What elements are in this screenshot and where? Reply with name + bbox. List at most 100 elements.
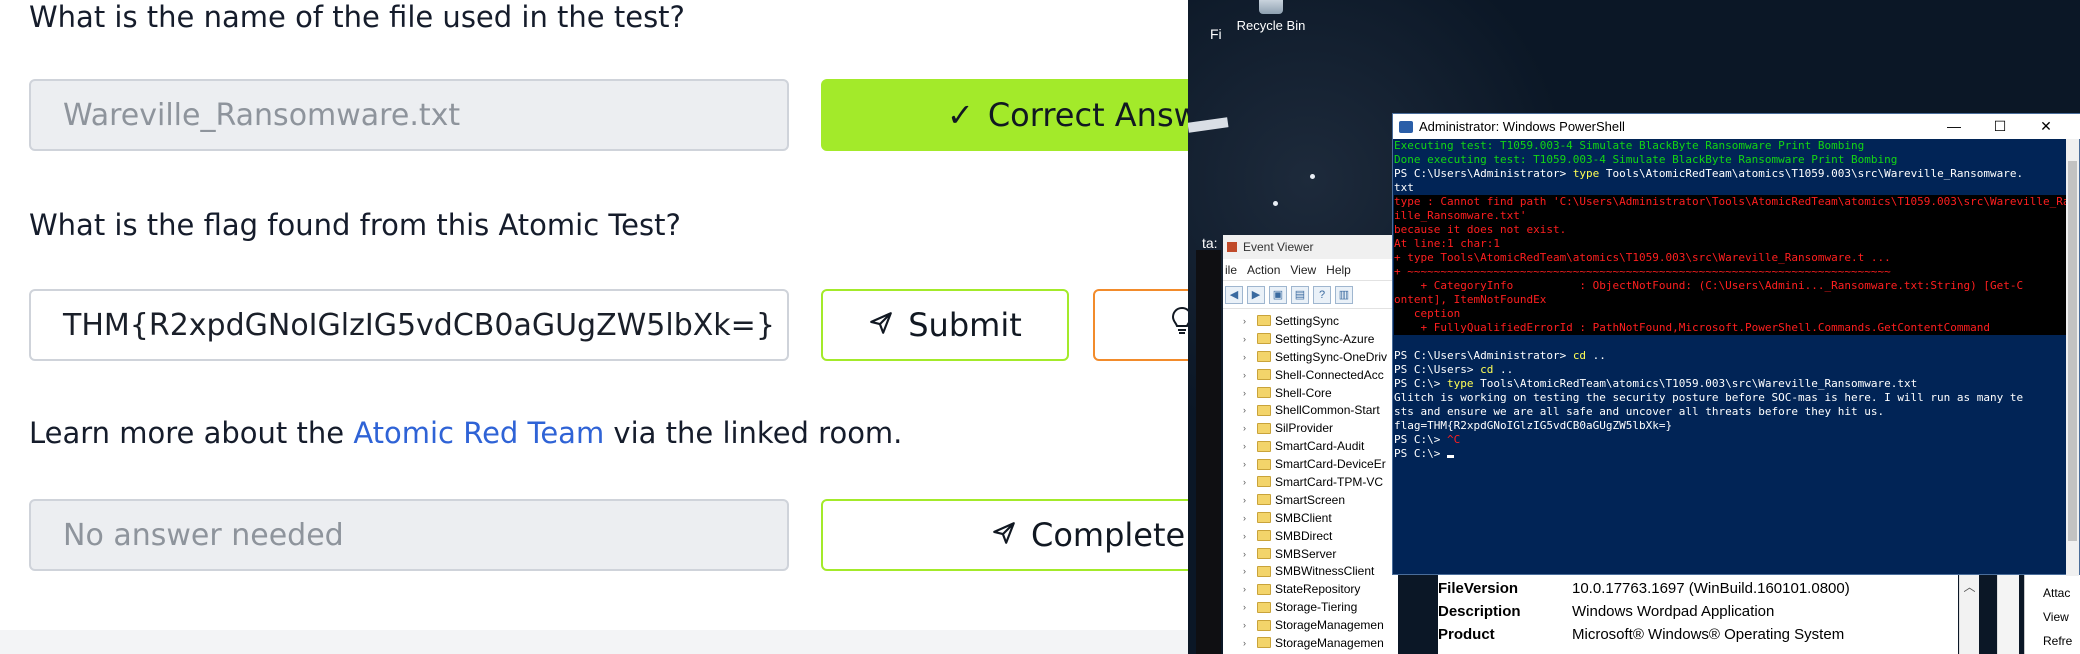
question-1-text: What is the name of the file used in the… (29, 0, 685, 34)
property-value: 10.0.17763.1697 (WinBuild.160101.0800) (1572, 580, 1850, 597)
chevron-right-icon[interactable]: › (1243, 531, 1253, 541)
window-edge (1196, 250, 1221, 654)
tree-item[interactable]: › SettingSync (1223, 312, 1398, 330)
properties-icon[interactable]: ▥ (1335, 285, 1353, 304)
event-viewer-icon (1227, 242, 1237, 252)
console-command: type (1446, 377, 1474, 390)
tree-item[interactable]: › ShellCommon-Start (1223, 401, 1398, 419)
menu-file[interactable]: ile (1225, 263, 1237, 277)
help-icon[interactable]: ? (1313, 285, 1331, 304)
chevron-right-icon[interactable]: › (1243, 334, 1253, 344)
desktop-label-fragment: Fi (1210, 26, 1222, 42)
tree-item[interactable]: › SettingSync-OneDriv (1223, 348, 1398, 366)
tree-item[interactable]: › SmartCard-Audit (1223, 437, 1398, 455)
tree-item[interactable]: › SMBClient (1223, 509, 1398, 527)
chevron-right-icon[interactable]: › (1243, 441, 1253, 451)
console-line: sts and ensure we are all safe and uncov… (1394, 405, 1885, 418)
console-line: Glitch is working on testing the securit… (1394, 391, 2024, 404)
tree-item[interactable]: › Shell-ConnectedAcc (1223, 366, 1398, 384)
tree-item[interactable]: › SmartScreen (1223, 491, 1398, 509)
recycle-bin-label: Recycle Bin (1236, 18, 1306, 33)
menu-view[interactable]: View (1290, 263, 1316, 277)
recycle-bin-shortcut[interactable]: Recycle Bin (1226, 0, 1316, 40)
tree-item[interactable]: › SMBDirect (1223, 527, 1398, 545)
chevron-right-icon[interactable]: › (1243, 513, 1253, 523)
tree-item-label: StateRepository (1275, 582, 1361, 597)
console-command: ^C (1446, 433, 1461, 446)
chevron-right-icon[interactable]: › (1243, 620, 1253, 630)
chevron-right-icon[interactable]: › (1243, 352, 1253, 362)
tree-item[interactable]: › Storage-Tiering (1223, 598, 1398, 616)
chevron-right-icon[interactable]: › (1243, 423, 1253, 433)
console-args: Tools\AtomicRedTeam\atomics\T1059.003\sr… (1599, 167, 2024, 180)
action-view[interactable]: View (2043, 610, 2069, 624)
tree-item[interactable]: › StorageManagemen (1223, 634, 1398, 652)
chevron-right-icon[interactable]: › (1243, 459, 1253, 469)
tree-item[interactable]: › StateRepository (1223, 580, 1398, 598)
tree-item[interactable]: › StorageManagemen (1223, 616, 1398, 634)
console-scrollbar[interactable] (2066, 139, 2079, 576)
console-prompt: PS C:\> (1394, 447, 1447, 460)
chevron-right-icon[interactable]: › (1243, 370, 1253, 380)
menu-action[interactable]: Action (1247, 263, 1280, 277)
chevron-right-icon[interactable]: › (1243, 602, 1253, 612)
maximize-icon[interactable]: ☐ (1977, 114, 2023, 139)
pane-splitter[interactable] (1997, 572, 2019, 654)
chevron-right-icon[interactable]: › (1243, 388, 1253, 398)
wallpaper-streak (1188, 117, 1229, 133)
tree-item-label: Shell-ConnectedAcc (1275, 367, 1384, 382)
chevron-right-icon[interactable]: › (1243, 566, 1253, 576)
action-refresh[interactable]: Refre (2043, 634, 2072, 648)
chevron-right-icon[interactable]: › (1243, 316, 1253, 326)
event-viewer-titlebar[interactable]: Event Viewer (1223, 235, 1398, 259)
tree-item[interactable]: › SmartCard-TPM-VC (1223, 473, 1398, 491)
folder-icon (1257, 494, 1271, 506)
tree-item[interactable]: › SMBServer (1223, 545, 1398, 563)
property-key: FileVersion (1438, 580, 1519, 597)
folder-icon (1257, 619, 1271, 631)
folder-icon (1257, 422, 1271, 434)
tree-item-label: SmartCard-Audit (1275, 439, 1365, 454)
complete-button[interactable]: Complete (821, 499, 1188, 571)
scrollbar-thumb[interactable] (2068, 161, 2077, 541)
property-value: Microsoft® Windows® Operating System (1572, 626, 1845, 643)
tree-item[interactable]: › SMBWitnessClient (1223, 562, 1398, 580)
close-icon[interactable]: ✕ (2023, 114, 2069, 139)
tree-item-label: SmartCard-TPM-VC (1275, 474, 1384, 489)
console-line: PS C:\Users\Administrator> type Tools\At… (1394, 167, 2068, 181)
tree-item[interactable]: › SettingSync-Azure (1223, 330, 1398, 348)
powershell-titlebar[interactable]: Administrator: Windows PowerShell — ☐ ✕ (1393, 114, 2080, 139)
folder-icon (1257, 369, 1271, 381)
atomic-red-team-link[interactable]: Atomic Red Team (353, 416, 604, 450)
back-arrow-icon[interactable]: ◀ (1225, 285, 1243, 304)
chevron-right-icon[interactable]: › (1243, 584, 1253, 594)
chevron-right-icon[interactable]: › (1243, 477, 1253, 487)
chevron-up-icon[interactable]: ︿ (1960, 578, 1979, 595)
minimize-icon[interactable]: — (1931, 114, 1977, 139)
properties-scrollbar[interactable]: ︿ (1959, 572, 1979, 654)
complete-label: Complete (1031, 516, 1186, 554)
chevron-right-icon[interactable]: › (1243, 638, 1253, 648)
flag-answer-input[interactable]: THM{R2xpdGNoIGlzIG5vdCB0aGUgZW5lbXk=} (29, 289, 789, 361)
tree-item-label: SMBWitnessClient (1275, 564, 1375, 579)
action-attach[interactable]: Attac (2043, 586, 2070, 600)
tree-item[interactable]: › Shell-Core (1223, 384, 1398, 402)
desktop-label-fragment: ta: (1202, 235, 1218, 251)
forward-arrow-icon[interactable]: ▶ (1247, 285, 1265, 304)
submit-button[interactable]: Submit (821, 289, 1069, 361)
folder-up-icon[interactable]: ▣ (1269, 285, 1287, 304)
chevron-right-icon[interactable]: › (1243, 405, 1253, 415)
chevron-right-icon[interactable]: › (1243, 495, 1253, 505)
powershell-console-output[interactable]: Executing test: T1059.003-4 Simulate Bla… (1393, 139, 2068, 576)
chevron-right-icon[interactable]: › (1243, 549, 1253, 559)
hint-button[interactable] (1093, 289, 1188, 361)
quiz-footer (0, 630, 1188, 654)
console-tree-icon[interactable]: ▤ (1291, 285, 1309, 304)
console-args: .. (1493, 363, 1514, 376)
tree-item-label: SettingSync-Azure (1275, 331, 1375, 346)
tree-item[interactable]: › SilProvider (1223, 419, 1398, 437)
tree-item[interactable]: › SmartCard-DeviceEr (1223, 455, 1398, 473)
menu-help[interactable]: Help (1326, 263, 1351, 277)
event-viewer-menubar: ile Action View Help (1223, 259, 1398, 281)
